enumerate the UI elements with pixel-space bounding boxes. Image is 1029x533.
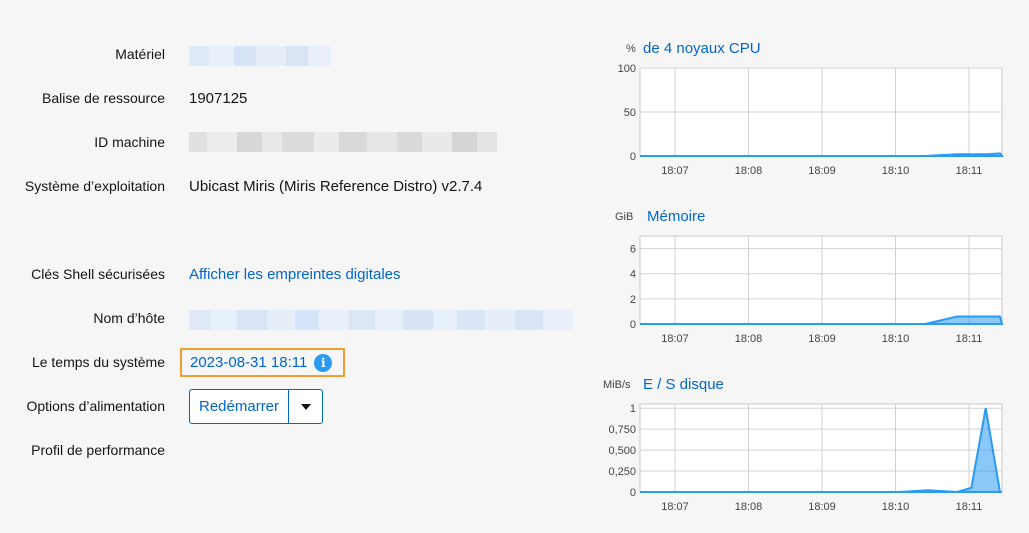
y-tick-label: 0,750	[608, 424, 636, 436]
memory-chart: 6 4 2 0 18:07 18:08 18:09 18:10 18:11	[630, 235, 1004, 345]
y-tick-label: 100	[618, 63, 636, 75]
disk-io-chart-unit: MiB/s	[603, 379, 631, 391]
caret-down-icon	[300, 403, 311, 410]
y-tick-label: 0	[630, 487, 636, 499]
y-tick-label: 0,250	[608, 466, 636, 478]
info-circle-icon[interactable]: i	[314, 353, 333, 372]
x-tick-label: 18:07	[661, 165, 689, 177]
ssh-fingerprints-link[interactable]: Afficher les empreintes digitales	[189, 266, 401, 283]
x-tick-label: 18:09	[808, 333, 836, 345]
y-tick-label: 1	[630, 403, 636, 415]
system-time-link[interactable]: 2023-08-31 18:11 i	[180, 348, 345, 377]
cpu-chart: 100 50 0 18:07 18:08 18:09 18:10 18:11	[618, 63, 1005, 177]
x-tick-label: 18:09	[808, 165, 836, 177]
disk-io-chart: 1 0,750 0,500 0,250 0 18:07 18:08 18:09 18:10 18:…	[608, 403, 1003, 513]
cpu-chart-title[interactable]: de 4 noyaux CPU	[643, 40, 761, 57]
y-tick-label: 0	[630, 151, 636, 163]
os-label: Système d’exploitation	[24, 178, 165, 194]
machine-id-value-redacted	[189, 132, 497, 152]
x-tick-label: 18:08	[735, 333, 763, 345]
x-tick-label: 18:10	[882, 333, 910, 345]
power-options-label: Options d’alimentation	[26, 398, 165, 414]
x-tick-label: 18:10	[882, 501, 910, 513]
asset-tag-value: 1907125	[189, 90, 248, 107]
y-tick-label: 4	[630, 269, 636, 281]
x-tick-label: 18:11	[956, 165, 983, 177]
x-tick-label: 18:08	[735, 501, 763, 513]
ssh-keys-label: Clés Shell sécurisées	[31, 266, 165, 282]
asset-tag-label: Balise de ressource	[42, 90, 165, 106]
hostname-label: Nom d’hôte	[93, 310, 165, 326]
system-time-label: Le temps du système	[31, 354, 165, 370]
power-options-dropdown-toggle[interactable]	[289, 390, 322, 423]
x-tick-label: 18:09	[808, 501, 836, 513]
x-tick-label: 18:11	[956, 501, 983, 513]
memory-chart-unit: GiB	[615, 211, 634, 223]
system-time-value: 2023-08-31 18:11	[190, 354, 308, 371]
plot-area	[639, 235, 1003, 325]
y-tick-label: 0	[630, 319, 636, 331]
hostname-value-redacted	[189, 310, 573, 330]
x-tick-label: 18:08	[735, 165, 763, 177]
performance-profile-label: Profil de performance	[31, 442, 165, 458]
y-tick-label: 0,500	[608, 445, 636, 457]
hardware-value-redacted	[189, 46, 331, 66]
x-tick-label: 18:07	[661, 333, 689, 345]
os-value: Ubicast Miris (Miris Reference Distro) v…	[189, 178, 483, 195]
x-tick-label: 18:07	[661, 501, 689, 513]
plot-area	[639, 403, 1003, 493]
y-tick-label: 6	[630, 244, 636, 256]
y-tick-label: 2	[630, 294, 636, 306]
disk-io-chart-title[interactable]: E / S disque	[643, 376, 724, 393]
restart-button[interactable]: Redémarrer	[190, 390, 290, 423]
machine-id-label: ID machine	[94, 134, 165, 150]
x-tick-label: 18:11	[956, 333, 983, 345]
cpu-chart-unit: %	[626, 43, 636, 55]
y-tick-label: 50	[624, 107, 636, 119]
hardware-label: Matériel	[115, 46, 165, 62]
restart-split-button: Redémarrer	[189, 389, 324, 424]
memory-chart-title[interactable]: Mémoire	[647, 208, 705, 225]
x-tick-label: 18:10	[882, 165, 910, 177]
